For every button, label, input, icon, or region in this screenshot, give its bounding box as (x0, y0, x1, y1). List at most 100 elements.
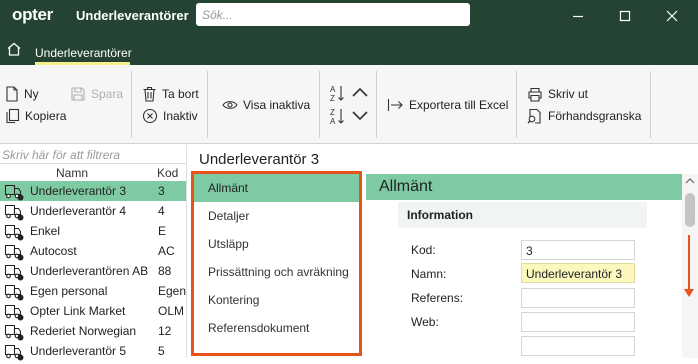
list-item-kod: AC (158, 244, 175, 258)
print-preview-label: Förhandsgranska (548, 109, 642, 123)
section-header: Allmänt (366, 174, 682, 200)
column-header-kod[interactable]: Kod (157, 166, 178, 180)
sort-descending-button[interactable]: ZA (329, 107, 374, 125)
close-icon (666, 10, 678, 21)
tab-underleverantorer[interactable]: Underleverantörer (35, 46, 132, 60)
list-item-kod: OLM (158, 304, 185, 318)
title-bar: opter Underleverantörer Sök... (0, 0, 698, 31)
maximize-button[interactable] (602, 0, 648, 31)
home-button[interactable] (6, 42, 22, 59)
printer-icon (528, 87, 542, 102)
sort-ascending-button[interactable]: AZ (329, 84, 374, 102)
list-item[interactable]: Rederiet Norwegian 12 (0, 321, 186, 341)
reference-field[interactable] (521, 288, 635, 308)
list-item-name: Underleverantör 3 (30, 184, 127, 198)
ribbon-group-delete (132, 71, 208, 138)
nav-bar: Underleverantörer (0, 31, 698, 65)
print-button[interactable]: Skriv ut (527, 85, 588, 103)
list-item-name: Rederiet Norwegian (30, 324, 137, 338)
extra-field[interactable] (521, 336, 635, 356)
svg-text:Z: Z (330, 94, 335, 102)
list-item[interactable]: Enkel E (0, 221, 186, 241)
list-item-kod: 88 (158, 264, 172, 278)
reference-label: Referens: (411, 291, 464, 305)
inactive-label: Inaktiv (163, 109, 198, 123)
section-nav: Allmänt Detaljer Utsläpp Prissättning oc… (191, 171, 362, 356)
section-kontering[interactable]: Kontering (194, 286, 359, 314)
list-item-name: Autocost (30, 244, 77, 258)
scroll-up-icon[interactable] (685, 177, 695, 185)
section-prissattning[interactable]: Prissättning och avräkning (194, 258, 359, 286)
list-item-kod: 5 (158, 344, 165, 358)
new-document-icon (6, 86, 18, 102)
list-item-name: Egen personal (30, 284, 108, 298)
kod-label: Kod: (411, 243, 436, 257)
copy-icon (6, 108, 20, 124)
list-item-name: Underleverantör 4 (30, 204, 127, 218)
section-utslapp[interactable]: Utsläpp (194, 230, 359, 258)
name-field[interactable]: Underleverantör 3 (521, 263, 635, 283)
web-field[interactable] (521, 312, 635, 332)
print-preview-button[interactable]: Förhandsgranska (527, 107, 641, 125)
list-item[interactable]: Egen personal Egen (0, 281, 186, 301)
list-item-kod: 12 (158, 324, 172, 338)
list-item[interactable]: Underleverantören AB 88 (0, 261, 186, 281)
delete-label: Ta bort (162, 87, 199, 101)
close-window-button[interactable] (649, 0, 695, 31)
list-item[interactable]: Underleverantör 4 4 (0, 201, 186, 221)
copy-label: Kopiera (25, 109, 67, 123)
sort-ascending-icon: AZ (330, 85, 368, 102)
delete-button[interactable]: Ta bort (142, 85, 199, 103)
panel-divider[interactable] (186, 145, 187, 358)
web-label: Web: (411, 315, 439, 329)
inactive-button[interactable]: Inaktiv (142, 107, 198, 125)
list-item-kod: E (158, 224, 167, 238)
window-title: Underleverantörer (76, 8, 189, 23)
subcontractor-list-panel: Skriv här för att filtrera Namn Kod Unde… (0, 145, 186, 361)
export-excel-label: Exportera till Excel (409, 98, 509, 112)
save-icon (71, 87, 85, 101)
section-detaljer[interactable]: Detaljer (194, 202, 359, 230)
ribbon-group-print (517, 71, 651, 138)
minimize-button[interactable] (555, 0, 601, 31)
scroll-down-arrow-icon (684, 235, 694, 297)
list-item-kod: 4 (158, 204, 165, 218)
list-item-name: Underleverantören AB (30, 264, 149, 278)
list-item[interactable]: Opter Link Market OLM (0, 301, 186, 321)
ribbon-group-sort (320, 71, 377, 138)
home-icon (7, 42, 21, 56)
copy-button[interactable]: Kopiera (5, 107, 66, 125)
list-item[interactable]: Autocost AC (0, 241, 186, 261)
minimize-icon (573, 15, 583, 17)
export-excel-button[interactable]: Exportera till Excel (387, 96, 508, 114)
section-allmant[interactable]: Allmänt (194, 174, 359, 202)
list-item-kod: Egen (158, 284, 187, 298)
trash-icon (143, 86, 156, 102)
list-item-name: Opter Link Market (30, 304, 126, 318)
list-item-name: Underleverantör 5 (30, 344, 127, 358)
list-item-kod: 3 (158, 184, 165, 198)
print-label: Skriv ut (548, 87, 589, 101)
new-button[interactable]: Ny (5, 85, 39, 103)
list-item[interactable]: Underleverantör 3 3 (0, 181, 186, 201)
svg-text:Z: Z (330, 108, 335, 117)
svg-text:A: A (330, 85, 336, 94)
save-button[interactable]: Spara (70, 85, 123, 103)
information-label: Information (407, 208, 473, 222)
list-item-name: Enkel (30, 224, 61, 238)
app-logo: opter (12, 5, 54, 24)
search-input[interactable]: Sök... (196, 3, 470, 26)
show-inactive-label: Visa inaktiva (243, 98, 311, 112)
filter-input[interactable]: Skriv här för att filtrera (0, 148, 186, 164)
print-preview-icon (527, 108, 541, 124)
name-label: Namn: (411, 267, 447, 281)
svg-text:A: A (330, 117, 336, 125)
kod-field[interactable]: 3 (521, 240, 635, 260)
section-referensdokument[interactable]: Referensdokument (194, 314, 359, 342)
new-label: Ny (24, 87, 39, 101)
scrollbar-thumb[interactable] (685, 193, 695, 227)
list-item[interactable]: Underleverantör 5 5 (0, 341, 186, 361)
show-inactive-button[interactable]: Visa inaktiva (222, 96, 310, 114)
column-header-name[interactable]: Namn (56, 166, 88, 180)
subcontractor-icon (4, 343, 24, 364)
